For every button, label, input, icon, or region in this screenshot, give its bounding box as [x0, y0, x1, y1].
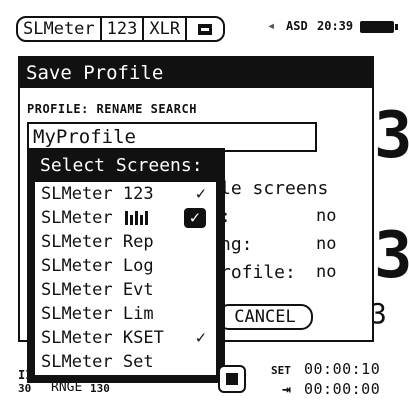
- set-time: 00:00:10: [304, 360, 381, 378]
- tab-123[interactable]: 123: [102, 18, 145, 40]
- checkmark-icon: ✓: [195, 328, 206, 348]
- screen-list-item[interactable]: SLMeter Log: [35, 254, 216, 278]
- checkmark-icon: ✓: [183, 208, 206, 228]
- screen-item-suffix: Rep: [122, 232, 154, 252]
- screen-item-suffix: KSET: [122, 328, 164, 348]
- option-label: rofile:: [220, 262, 296, 283]
- screen-list-item[interactable]: SLMeter Evt: [35, 278, 216, 302]
- bottom-bar: II 30 RNGE 130 SET 00:00:10 ⇥ 00:00:00: [0, 350, 409, 412]
- dialog-title: Save Profile: [20, 58, 372, 88]
- screen-tab-group: SLMeter 123 XLR: [16, 16, 226, 42]
- option-value[interactable]: no: [316, 206, 336, 226]
- status-bar: SLMeter 123 XLR ◂ ASD 20:39: [14, 14, 398, 42]
- screen-list-item[interactable]: SLMeter Rep: [35, 230, 216, 254]
- range-value: 130: [90, 382, 110, 395]
- speaker-icon: ◂: [267, 18, 276, 34]
- clock: 20:39: [317, 19, 354, 33]
- elapsed-icon: ⇥: [282, 380, 292, 398]
- battery-icon: [360, 21, 398, 33]
- tab-slmeter[interactable]: SLMeter: [18, 18, 102, 40]
- tab-xlr[interactable]: XLR: [144, 18, 188, 40]
- screen-item-suffix: Log: [122, 256, 154, 276]
- screen-list-item[interactable]: SLMeter ✓: [35, 206, 216, 230]
- screen-item-prefix: SLMeter: [41, 208, 113, 228]
- level-bars-icon: [124, 211, 148, 225]
- option-screens-label: le screens: [220, 178, 329, 199]
- screen-item-prefix: SLMeter: [41, 328, 113, 348]
- cancel-button[interactable]: CANCEL: [217, 304, 313, 330]
- screen-list-item[interactable]: SLMeter KSET ✓: [35, 326, 216, 350]
- checkmark-icon: ✓: [195, 184, 206, 204]
- elapsed-time: 00:00:00: [304, 380, 381, 398]
- option-value[interactable]: no: [316, 234, 336, 254]
- profile-caption: PROFILE: RENAME SEARCH: [27, 102, 197, 116]
- range-label: RNGE: [51, 380, 83, 395]
- popup-title: Select Screens:: [40, 155, 203, 176]
- background-digit: 3: [374, 99, 409, 173]
- screen-item-prefix: SLMeter: [41, 304, 113, 324]
- screen-item-suffix: Evt: [122, 280, 154, 300]
- left-marker: II: [18, 368, 33, 382]
- screen-item-prefix: SLMeter: [41, 184, 113, 204]
- select-screens-popup: Select Screens: SLMeter 123 ✓ SLMeter ✓ SLM…: [27, 148, 225, 383]
- screen-list-item[interactable]: SLMeter 123 ✓: [35, 182, 216, 206]
- screen-item-prefix: SLMeter: [41, 256, 113, 276]
- mode-indicator: ASD: [286, 19, 308, 33]
- stop-button[interactable]: [218, 365, 246, 393]
- option-value[interactable]: no: [316, 262, 336, 282]
- screen-item-suffix: Lim: [122, 304, 154, 324]
- background-digit: 3: [374, 219, 409, 293]
- tab-screen-icon[interactable]: [187, 18, 223, 40]
- screen-item-suffix: 123: [122, 184, 154, 204]
- screen-list: SLMeter 123 ✓ SLMeter ✓ SLMeter Rep SLMeter …: [33, 180, 218, 377]
- screen-item-prefix: SLMeter: [41, 280, 113, 300]
- screen-item-prefix: SLMeter: [41, 232, 113, 252]
- set-label: SET: [271, 364, 291, 377]
- screen-list-item[interactable]: SLMeter Lim: [35, 302, 216, 326]
- screen-icon: [198, 23, 213, 35]
- range-low: 30: [18, 382, 32, 395]
